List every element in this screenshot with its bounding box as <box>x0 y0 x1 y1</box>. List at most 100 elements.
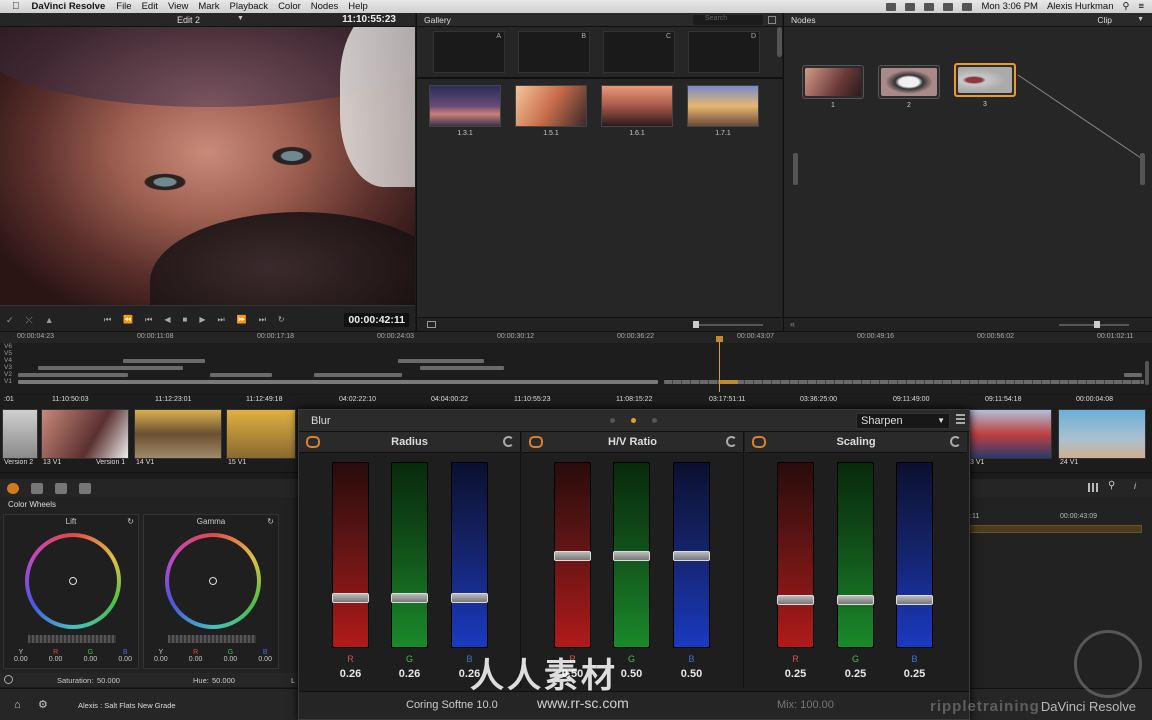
timeline-clip[interactable] <box>38 366 183 370</box>
timeline-clip[interactable] <box>420 366 504 370</box>
slider-handle[interactable] <box>673 551 710 561</box>
slider-handle[interactable] <box>332 593 369 603</box>
playhead[interactable] <box>719 336 720 392</box>
menu-view[interactable]: View <box>168 1 188 12</box>
menubar-user[interactable]: Alexis Hurkman <box>1047 1 1114 12</box>
slider-handle[interactable] <box>896 595 933 605</box>
master-wheel-slider[interactable] <box>168 635 256 643</box>
shuffle-icon[interactable]: ⤬ <box>26 315 33 326</box>
clip-thumbnail[interactable] <box>226 409 296 459</box>
menu-nodes[interactable]: Nodes <box>311 1 338 12</box>
menu-color[interactable]: Color <box>278 1 301 12</box>
slider-handle[interactable] <box>837 595 874 605</box>
page-dot[interactable] <box>610 418 615 423</box>
timeline-clip[interactable] <box>123 359 205 363</box>
play-reverse-button[interactable]: ◀ <box>164 315 170 325</box>
volume-icon[interactable] <box>943 2 954 11</box>
scaling-b-slider[interactable] <box>896 462 933 648</box>
last-frame-button[interactable]: ⏭ <box>259 315 266 325</box>
apple-icon[interactable]:  <box>12 1 20 12</box>
clip-thumbnail[interactable] <box>968 409 1052 459</box>
gallery-still[interactable]: 1.5.1 <box>515 85 587 137</box>
still-slot[interactable]: C <box>603 31 675 73</box>
node-input-handle[interactable] <box>793 153 798 185</box>
radius-b-slider[interactable] <box>451 462 488 648</box>
scaling-r-slider[interactable] <box>777 462 814 648</box>
timeline-scrollbar[interactable] <box>1145 361 1149 385</box>
wipe-icon[interactable]: ✓ <box>6 315 14 326</box>
color-wheels-tab-icon[interactable] <box>7 482 19 494</box>
timeline-clip[interactable] <box>398 359 484 363</box>
zoom-slider-knob[interactable] <box>693 321 699 328</box>
page-dot[interactable] <box>652 418 657 423</box>
timeline-clip[interactable] <box>18 380 658 384</box>
menu-file[interactable]: File <box>116 1 131 12</box>
bluetooth-icon[interactable] <box>905 2 916 11</box>
still-slot[interactable]: A <box>433 31 505 73</box>
hue-value[interactable]: 50.000 <box>212 676 235 685</box>
scaling-g-value[interactable]: 0.25 <box>837 668 874 680</box>
still-slot[interactable]: D <box>688 31 760 73</box>
radius-r-value[interactable]: 0.26 <box>332 668 369 680</box>
master-wheel-slider[interactable] <box>28 635 116 643</box>
zoom-slider[interactable] <box>693 324 763 326</box>
motion-tab-icon[interactable] <box>55 482 67 494</box>
page-dot-active[interactable] <box>631 418 636 423</box>
clip-thumbnail[interactable] <box>2 409 38 459</box>
step-forward-button[interactable]: ⏭ <box>218 315 225 325</box>
keyframe-track[interactable] <box>968 525 1142 533</box>
home-icon[interactable]: ⌂ <box>14 699 21 711</box>
play-button[interactable]: ▶ <box>199 315 205 325</box>
coring-softness-value[interactable]: 10.0 <box>476 699 497 711</box>
timeline-clip[interactable] <box>210 373 272 377</box>
gallery-scrollbar[interactable] <box>777 27 782 57</box>
wheel-puck[interactable] <box>69 577 77 585</box>
bypass-icon[interactable]: ▲ <box>45 315 54 326</box>
timeline-clip[interactable] <box>18 373 128 377</box>
options-menu-icon[interactable] <box>956 414 965 426</box>
collapse-icon[interactable]: « <box>790 319 795 329</box>
lift-wheel[interactable] <box>25 533 121 629</box>
scaling-g-slider[interactable] <box>837 462 874 648</box>
reset-icon[interactable] <box>726 436 737 447</box>
menu-playback[interactable]: Playback <box>230 1 269 12</box>
slider-handle[interactable] <box>777 595 814 605</box>
sidebar-toggle-icon[interactable] <box>768 16 776 24</box>
display-icon[interactable] <box>886 2 897 11</box>
info-icon[interactable]: i <box>1134 481 1136 491</box>
wifi-icon[interactable] <box>924 2 935 11</box>
reset-icon[interactable] <box>950 436 961 447</box>
rgb-mixer-tab-icon[interactable] <box>31 482 43 494</box>
gallery-still[interactable]: 1.7.1 <box>687 85 759 137</box>
scaling-b-value[interactable]: 0.25 <box>896 668 933 680</box>
gear-icon[interactable]: ⚙ <box>38 698 48 711</box>
chevron-down-icon[interactable]: ▼ <box>237 15 244 22</box>
timeline-clip-current[interactable] <box>720 380 738 384</box>
first-frame-button[interactable]: ⏮ <box>104 315 111 325</box>
menu-help[interactable]: Help <box>348 1 368 12</box>
slider-handle[interactable] <box>554 551 591 561</box>
radius-g-slider[interactable] <box>391 462 428 648</box>
rewind-button[interactable]: ⏪ <box>123 315 133 325</box>
timeline-tracks[interactable]: V6 V5 V4 V3 V2 V1 <box>0 343 1152 393</box>
slider-handle[interactable] <box>451 593 488 603</box>
battery-icon[interactable] <box>962 2 973 11</box>
radius-g-value[interactable]: 0.26 <box>391 668 428 680</box>
clip-thumbnail[interactable] <box>1058 409 1146 459</box>
spotlight-icon[interactable]: ⚲ <box>1122 1 1129 12</box>
gallery-view-icon[interactable] <box>427 321 436 328</box>
gallery-still[interactable]: 1.3.1 <box>429 85 501 137</box>
search-icon[interactable]: ⚲ <box>1108 480 1115 491</box>
list-icon[interactable]: ≡ <box>1138 1 1144 12</box>
fast-forward-button[interactable]: ⏩ <box>237 315 247 325</box>
auto-balance-icon[interactable] <box>4 675 13 684</box>
hv-r-slider[interactable] <box>554 462 591 648</box>
gallery-search-input[interactable]: Search <box>693 15 763 25</box>
timeline-selector[interactable]: Edit 2 <box>177 15 200 25</box>
clip-thumbnail[interactable] <box>134 409 222 459</box>
saturation-value[interactable]: 50.000 <box>97 676 120 685</box>
wheel-puck[interactable] <box>209 577 217 585</box>
slider-handle[interactable] <box>391 593 428 603</box>
zoom-slider-knob[interactable] <box>1094 321 1100 328</box>
still-slot[interactable]: B <box>518 31 590 73</box>
